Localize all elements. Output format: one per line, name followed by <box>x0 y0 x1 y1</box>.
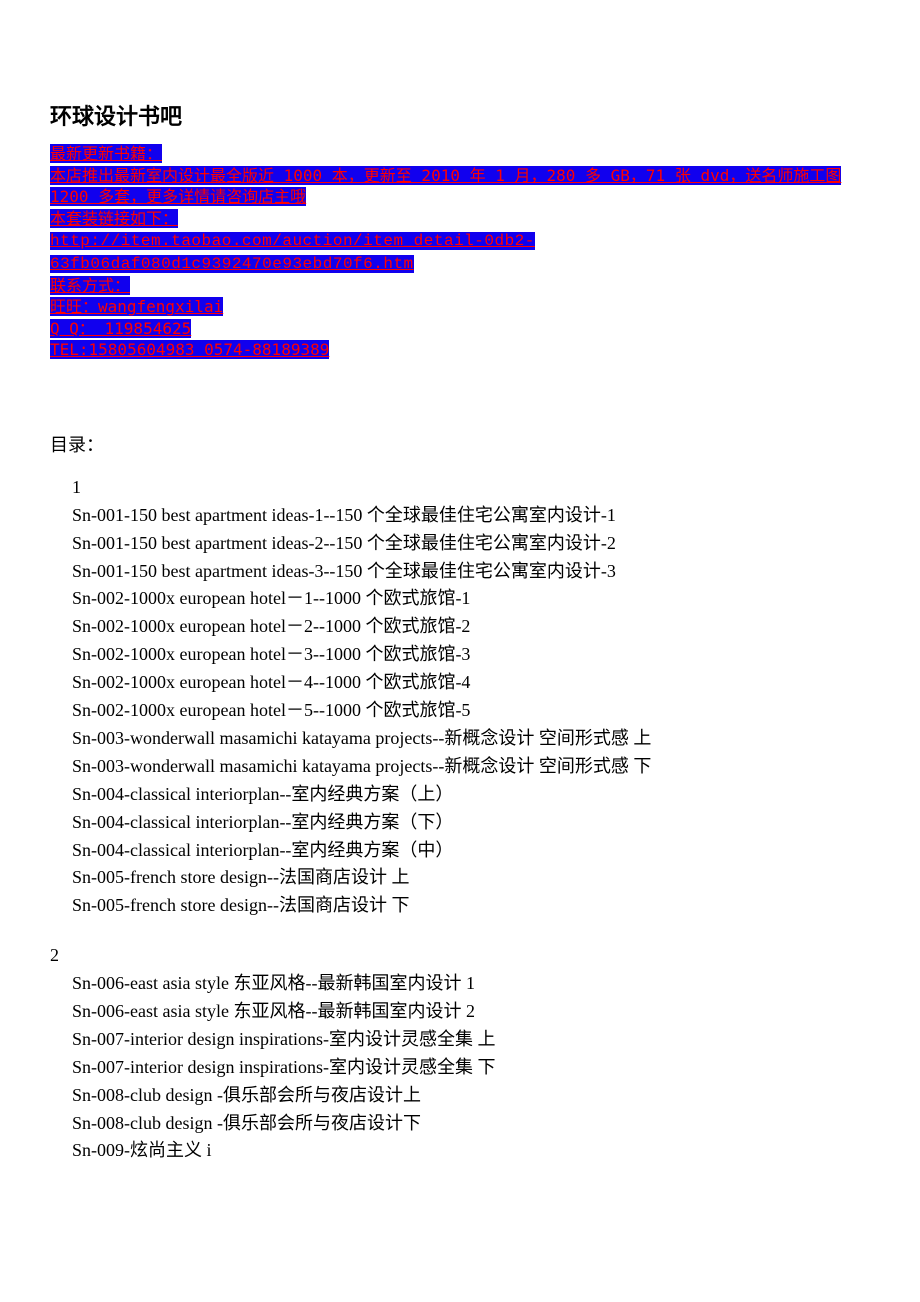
contact-qq: Q Q： 119854625 <box>50 319 191 338</box>
contact-tel: TEL:15805604983 0574-88189389 <box>50 340 329 359</box>
list-item: Sn-008-club design -俱乐部会所与夜店设计下 <box>72 1110 870 1138</box>
list-item: Sn-005-french store design--法国商店设计 下 <box>72 892 870 920</box>
list-item: Sn-002-1000x european hotel－1--1000 个欧式旅… <box>72 585 870 613</box>
toc-heading: 目录： <box>50 432 870 460</box>
promo-link-label: 本套装链接如下： <box>50 209 178 228</box>
list-item: Sn-002-1000x european hotel－5--1000 个欧式旅… <box>72 697 870 725</box>
list-item: Sn-009-炫尚主义 i <box>72 1137 870 1165</box>
promo-description: 本店推出最新室内设计最全版近 1000 本，更新至 2010 年 1 月，280… <box>50 166 841 207</box>
list-item: Sn-007-interior design inspirations-室内设计… <box>72 1026 870 1054</box>
list-item: Sn-002-1000x european hotel－2--1000 个欧式旅… <box>72 613 870 641</box>
list-item: Sn-002-1000x european hotel－3--1000 个欧式旅… <box>72 641 870 669</box>
page-title: 环球设计书吧 <box>50 100 870 134</box>
list-item: Sn-004-classical interiorplan--室内经典方案（下） <box>72 809 870 837</box>
list-item: Sn-004-classical interiorplan--室内经典方案（上） <box>72 781 870 809</box>
list-item: Sn-006-east asia style 东亚风格--最新韩国室内设计 2 <box>72 998 870 1026</box>
list-item: Sn-005-french store design--法国商店设计 上 <box>72 864 870 892</box>
list-item: Sn-001-150 best apartment ideas-3--150 个… <box>72 558 870 586</box>
list-item: Sn-004-classical interiorplan--室内经典方案（中） <box>72 837 870 865</box>
list-item: Sn-006-east asia style 东亚风格--最新韩国室内设计 1 <box>72 970 870 998</box>
section-2-number: 2 <box>50 942 870 970</box>
list-item: Sn-001-150 best apartment ideas-2--150 个… <box>72 530 870 558</box>
section-1-number: 1 <box>72 474 870 502</box>
list-item: Sn-001-150 best apartment ideas-1--150 个… <box>72 502 870 530</box>
list-item: Sn-007-interior design inspirations-室内设计… <box>72 1054 870 1082</box>
contact-wangwang: 旺旺：wangfengxilai <box>50 297 223 316</box>
list-item: Sn-002-1000x european hotel－4--1000 个欧式旅… <box>72 669 870 697</box>
contact-label: 联系方式： <box>50 276 130 295</box>
list-item: Sn-003-wonderwall masamichi katayama pro… <box>72 725 870 753</box>
promo-url-link[interactable]: http://item.taobao.com/auction/item_deta… <box>50 232 535 273</box>
list-item: Sn-008-club design -俱乐部会所与夜店设计上 <box>72 1082 870 1110</box>
section-2-list: Sn-006-east asia style 东亚风格--最新韩国室内设计 1S… <box>50 970 870 1165</box>
section-1-list: Sn-001-150 best apartment ideas-1--150 个… <box>50 502 870 920</box>
list-item: Sn-003-wonderwall masamichi katayama pro… <box>72 753 870 781</box>
promo-latest-label: 最新更新书籍： <box>50 144 162 163</box>
promo-block: 最新更新书籍： 本店推出最新室内设计最全版近 1000 本，更新至 2010 年… <box>50 144 870 362</box>
